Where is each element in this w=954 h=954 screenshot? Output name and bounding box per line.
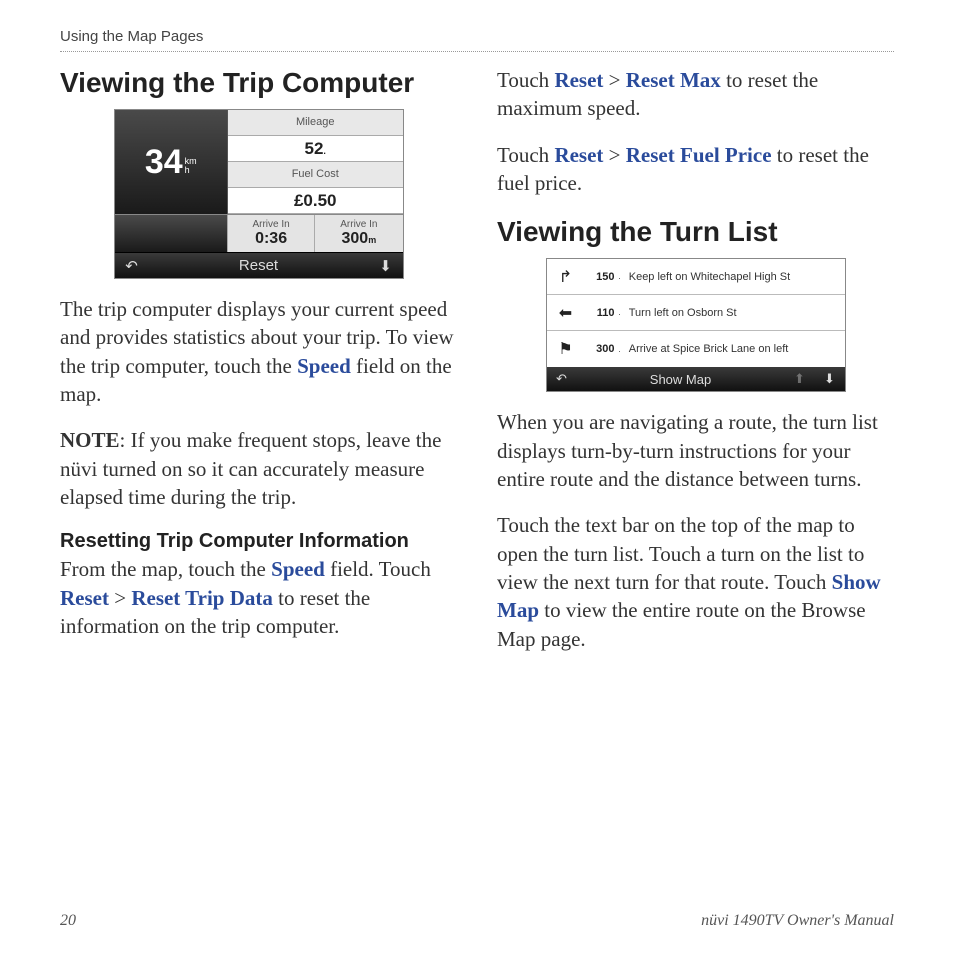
note-label: NOTE [60, 428, 120, 452]
turn-row[interactable]: ⚑ 300. Arrive at Spice Brick Lane on lef… [547, 331, 845, 367]
speed-gauge: 34 km h [115, 110, 228, 214]
heading-turn-list: Viewing the Turn List [497, 215, 894, 248]
down-icon[interactable]: ⬇ [369, 257, 403, 275]
turn-text: Arrive at Spice Brick Lane on left [629, 343, 839, 355]
turn-list-desc: When you are navigating a route, the tur… [497, 408, 894, 493]
turn-distance: 150 [583, 271, 615, 283]
turn-distance: 300 [583, 343, 615, 355]
arrive-in-2-number: 300 [342, 230, 369, 247]
back-icon[interactable]: ↶ [547, 371, 577, 387]
reset-trip-data-link: Reset Trip Data [131, 586, 273, 610]
separator: > [603, 68, 625, 92]
arrive-in-2-unit: m [368, 235, 376, 245]
speed-link-2: Speed [271, 557, 325, 581]
mileage-unit: . [323, 146, 326, 156]
text: From the map, touch the [60, 557, 271, 581]
turn-text: Keep left on Whitechapel High St [629, 271, 839, 283]
destination-flag-icon: ⚑ [553, 339, 579, 359]
separator: > [109, 586, 131, 610]
arrive-in-2-label: Arrive In [315, 215, 402, 230]
back-icon[interactable]: ↶ [115, 257, 149, 275]
reset-paragraph: From the map, touch the Speed field. Tou… [60, 555, 457, 640]
text: Touch [497, 68, 554, 92]
mileage-label: Mileage [228, 110, 403, 136]
reset-max-link: Reset Max [626, 68, 721, 92]
turn-row[interactable]: ⬅ 110. Turn left on Osborn St [547, 295, 845, 331]
turn-unit: . [619, 308, 621, 317]
turn-text: Turn left on Osborn St [629, 307, 839, 319]
trip-computer-figure: 34 km h Mileage 52. Fuel Cost £0.50 Arri… [114, 109, 404, 279]
reset-fuel-paragraph: Touch Reset > Reset Fuel Price to reset … [497, 141, 894, 198]
manual-title: nüvi 1490TV Owner's Manual [701, 912, 894, 930]
speed-unit: km h [185, 157, 197, 175]
speed-link: Speed [297, 354, 351, 378]
turn-row[interactable]: ↱ 150. Keep left on Whitechapel High St [547, 259, 845, 295]
left-column: Viewing the Trip Computer 34 km h Mileag… [60, 66, 457, 671]
turn-list-figure: ↱ 150. Keep left on Whitechapel High St … [546, 258, 846, 392]
separator: > [603, 143, 625, 167]
heading-resetting: Resetting Trip Computer Information [60, 529, 457, 553]
heading-trip-computer: Viewing the Trip Computer [60, 66, 457, 99]
turn-unit: . [619, 272, 621, 281]
reset-max-paragraph: Touch Reset > Reset Max to reset the max… [497, 66, 894, 123]
trip-computer-desc: The trip computer displays your current … [60, 295, 457, 408]
show-map-button[interactable]: Show Map [577, 372, 785, 387]
text: to view the entire route on the Browse M… [497, 598, 866, 650]
text: Touch the text bar on the top of the map… [497, 513, 864, 594]
turn-icon: ⬅ [553, 303, 579, 323]
note-paragraph: NOTE: If you make frequent stops, leave … [60, 426, 457, 511]
reset-fuel-price-link: Reset Fuel Price [626, 143, 772, 167]
arrive-in-label: Arrive In [228, 215, 314, 230]
page-number: 20 [60, 912, 76, 930]
turn-list-instructions: Touch the text bar on the top of the map… [497, 511, 894, 653]
mileage-number: 52 [305, 139, 324, 158]
text: Touch [497, 143, 554, 167]
content-columns: Viewing the Trip Computer 34 km h Mileag… [60, 66, 894, 671]
down-icon[interactable]: ⬇ [815, 371, 845, 387]
reset-link-3: Reset [554, 143, 603, 167]
mileage-value: 52. [228, 136, 403, 162]
breadcrumb: Using the Map Pages [60, 28, 894, 52]
fuel-label: Fuel Cost [228, 162, 403, 188]
text: field. Touch [325, 557, 431, 581]
turn-distance: 110 [583, 307, 615, 319]
fuel-value: £0.50 [228, 188, 403, 214]
page-footer: 20 nüvi 1490TV Owner's Manual [60, 912, 894, 930]
speed-value: 34 [145, 143, 183, 182]
turn-unit: . [619, 345, 621, 354]
reset-link: Reset [60, 586, 109, 610]
right-column: Touch Reset > Reset Max to reset the max… [497, 66, 894, 671]
up-icon[interactable]: ⬆ [785, 371, 815, 387]
reset-button[interactable]: Reset [149, 257, 369, 274]
reset-link-2: Reset [554, 68, 603, 92]
arrive-in-2-value: 300m [315, 230, 402, 252]
turn-icon: ↱ [553, 267, 579, 287]
arrive-in-value: 0:36 [228, 230, 314, 252]
